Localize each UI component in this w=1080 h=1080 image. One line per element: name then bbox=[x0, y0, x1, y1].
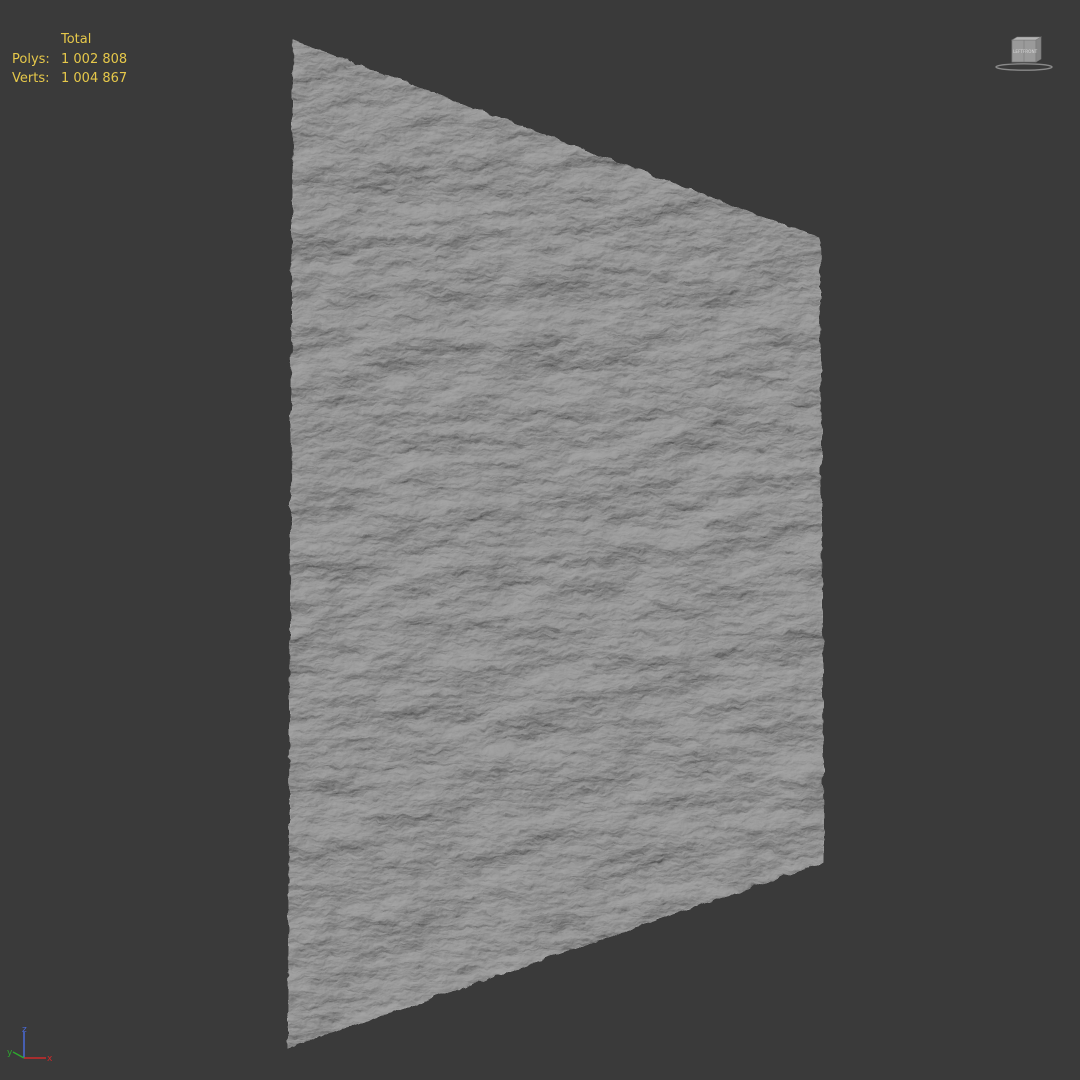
viewcube-front-label[interactable]: FRONT bbox=[1023, 49, 1038, 54]
viewport[interactable]: Total Polys: 1 002 808 Verts: 1 004 867 … bbox=[0, 0, 1080, 1080]
axis-x-label: x bbox=[47, 1054, 53, 1064]
verts-value: 1 004 867 bbox=[61, 71, 128, 86]
axis-tripod-icon: z x y bbox=[7, 1025, 53, 1064]
polys-label: Polys: bbox=[12, 51, 50, 67]
polys-value: 1 002 808 bbox=[61, 51, 128, 67]
viewcube-icon[interactable]: LEFT FRONT bbox=[995, 34, 1053, 72]
viewcube-left-label[interactable]: LEFT bbox=[1013, 49, 1023, 54]
polys-row: Polys: 1 002 808 bbox=[12, 50, 127, 70]
rock-surface-mesh[interactable] bbox=[0, 0, 1080, 1080]
axis-y-label: y bbox=[7, 1048, 13, 1058]
verts-row: Verts: 1 004 867 bbox=[12, 69, 127, 89]
verts-label: Verts: bbox=[12, 71, 50, 86]
stats-header: Total bbox=[61, 32, 92, 47]
stats-overlay: Total Polys: 1 002 808 Verts: 1 004 867 bbox=[12, 30, 127, 89]
axis-z-label: z bbox=[22, 1025, 27, 1035]
